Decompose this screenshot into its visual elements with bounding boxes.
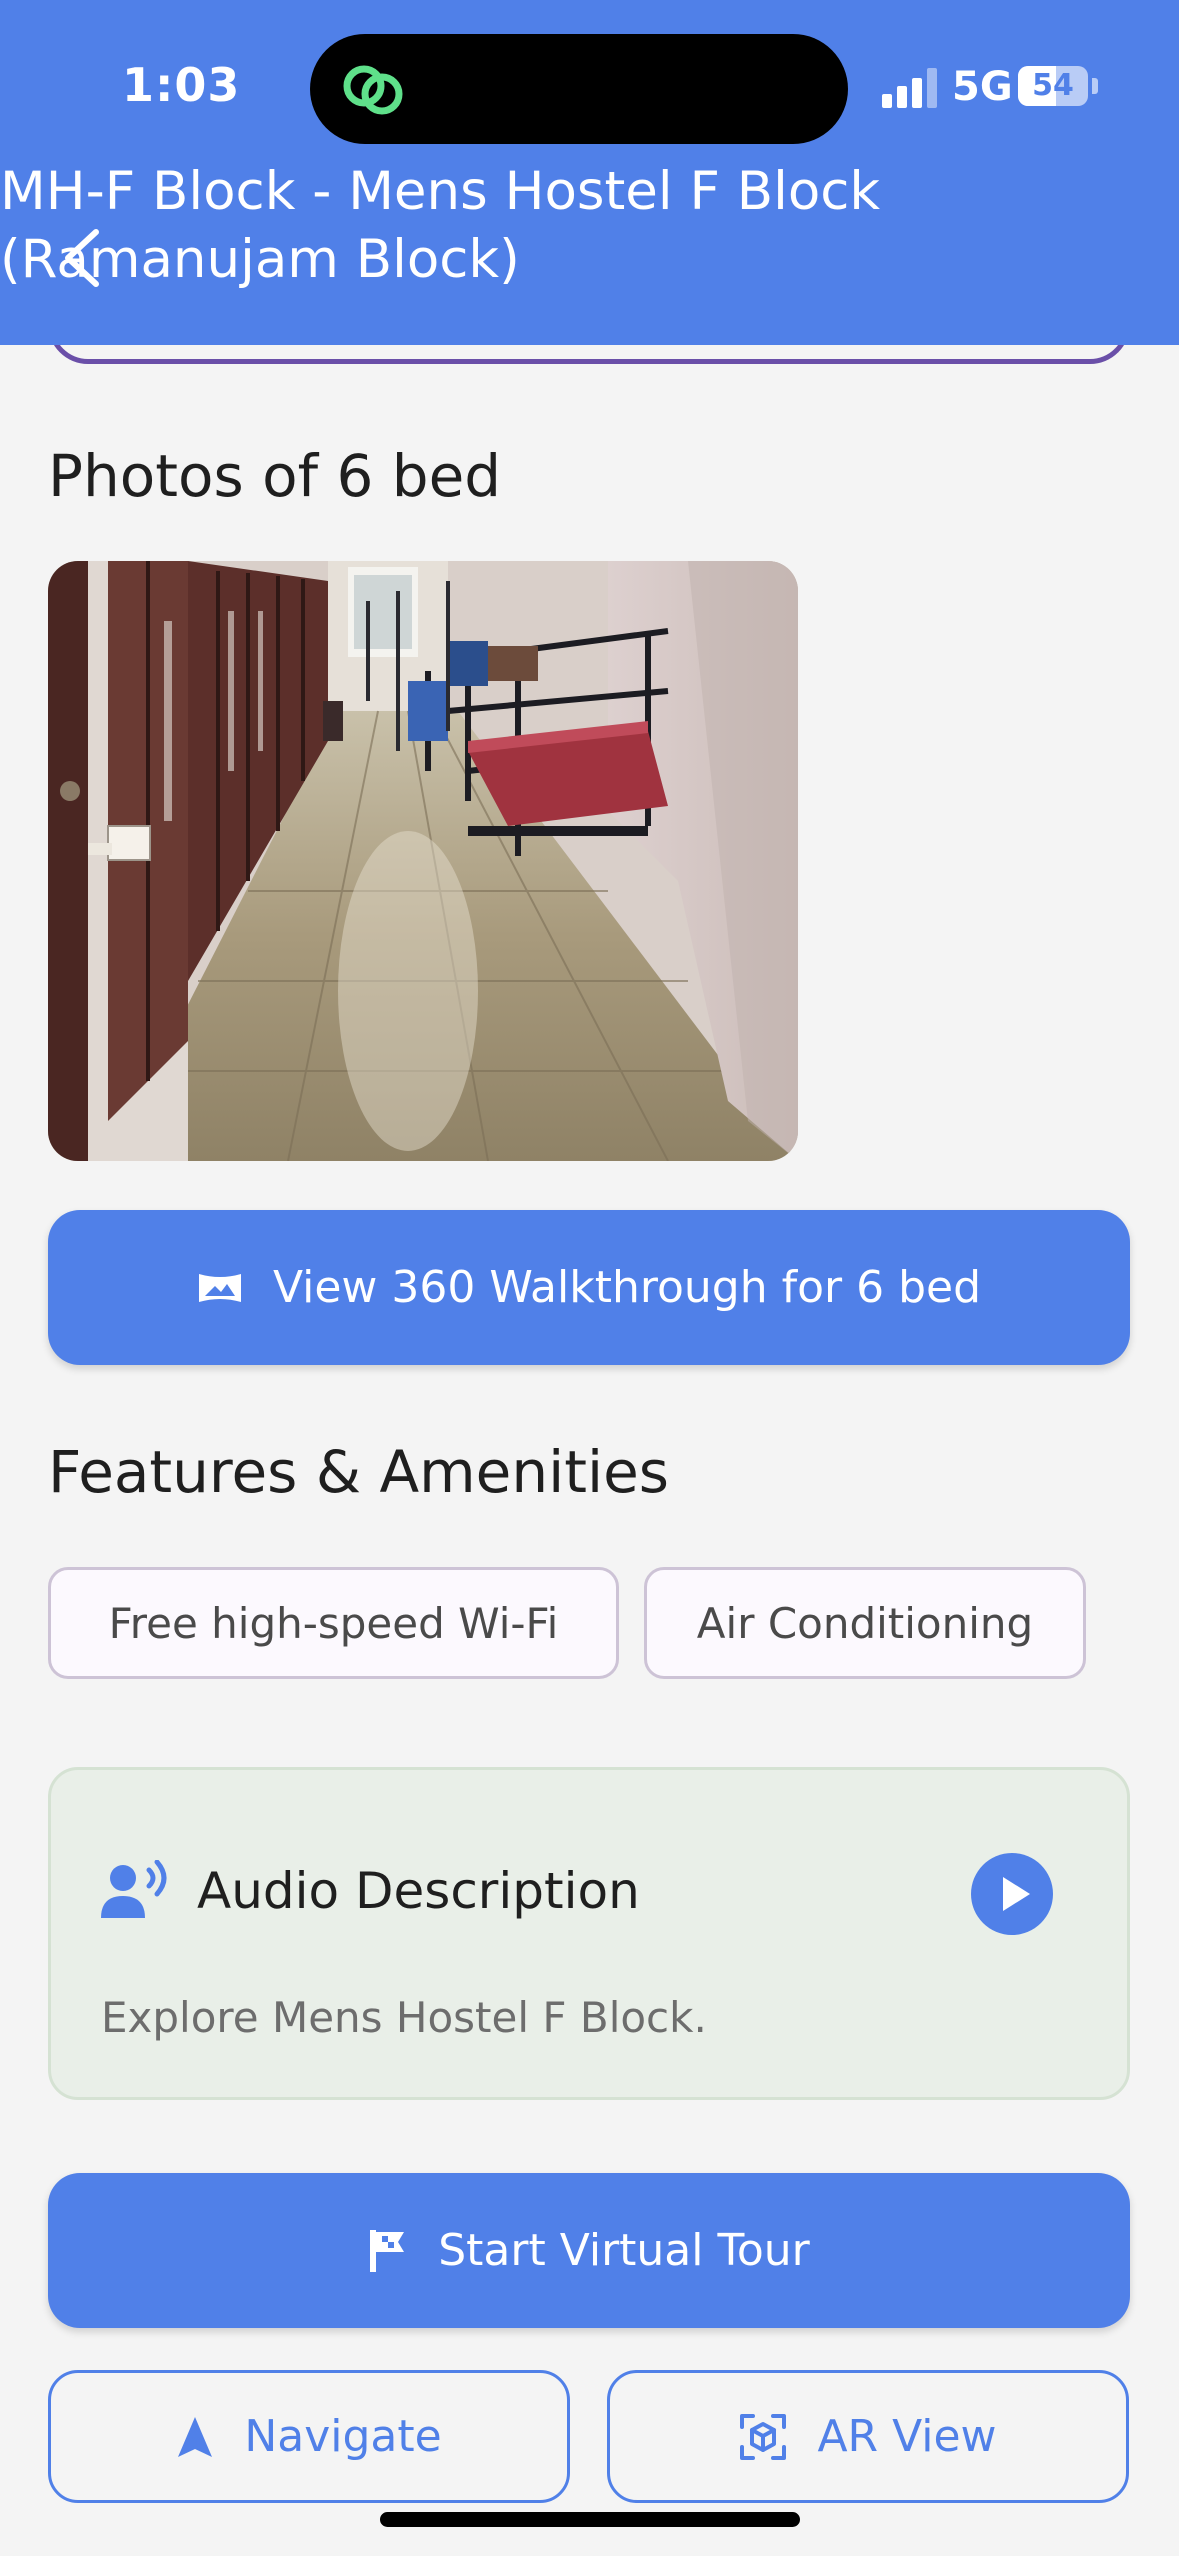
status-time: 1:03: [122, 58, 241, 112]
home-indicator[interactable]: [380, 2512, 800, 2527]
audio-description-card: Audio Description Explore Mens Hostel F …: [48, 1767, 1130, 2100]
audio-play-button[interactable]: [971, 1853, 1053, 1935]
view-360-walkthrough-button[interactable]: View 360 Walkthrough for 6 bed: [48, 1210, 1130, 1365]
screen: 1:03 5G 54 MH-F Block - Mens Hostel F Bl…: [0, 0, 1179, 2556]
view-360-walkthrough-label: View 360 Walkthrough for 6 bed: [273, 1262, 981, 1313]
photos-section-title: Photos of 6 bed: [48, 442, 502, 510]
navigation-arrow-icon: [178, 2416, 213, 2457]
feature-chip-wifi[interactable]: Free high-speed Wi-Fi: [48, 1567, 619, 1679]
ar-view-label: AR View: [817, 2411, 997, 2462]
ar-cube-icon: [740, 2413, 787, 2460]
battery-level: 54: [1032, 68, 1074, 103]
navigate-label: Navigate: [244, 2411, 442, 2462]
features-section-title: Features & Amenities: [48, 1438, 669, 1506]
audio-description-text: Explore Mens Hostel F Block.: [101, 1993, 707, 2042]
room-photo-image: [48, 561, 798, 1161]
audio-description-title: Audio Description: [197, 1862, 640, 1920]
signal-icon: [882, 68, 938, 108]
panorama-icon: [199, 1273, 241, 1302]
play-icon: [1003, 1877, 1030, 1911]
speaking-person-icon: [101, 1860, 167, 1918]
start-virtual-tour-label: Start Virtual Tour: [438, 2225, 810, 2276]
network-label: 5G: [952, 64, 1013, 110]
chevron-left-icon[interactable]: [58, 226, 108, 290]
page-title: MH-F Block - Mens Hostel F Block (Ramanu…: [0, 161, 881, 290]
app-header: 1:03 5G 54 MH-F Block - Mens Hostel F Bl…: [0, 0, 1179, 345]
ar-view-button[interactable]: AR View: [607, 2370, 1129, 2503]
dynamic-island: [310, 34, 848, 144]
room-photo[interactable]: [48, 561, 798, 1161]
feature-chip-ac[interactable]: Air Conditioning: [644, 1567, 1086, 1679]
battery-icon: 54: [1018, 66, 1088, 106]
navigate-button[interactable]: Navigate: [48, 2370, 570, 2503]
flag-icon: [370, 2229, 405, 2272]
start-virtual-tour-button[interactable]: Start Virtual Tour: [48, 2173, 1130, 2328]
linked-rings-icon: [343, 65, 403, 115]
battery-cap: [1092, 78, 1098, 94]
